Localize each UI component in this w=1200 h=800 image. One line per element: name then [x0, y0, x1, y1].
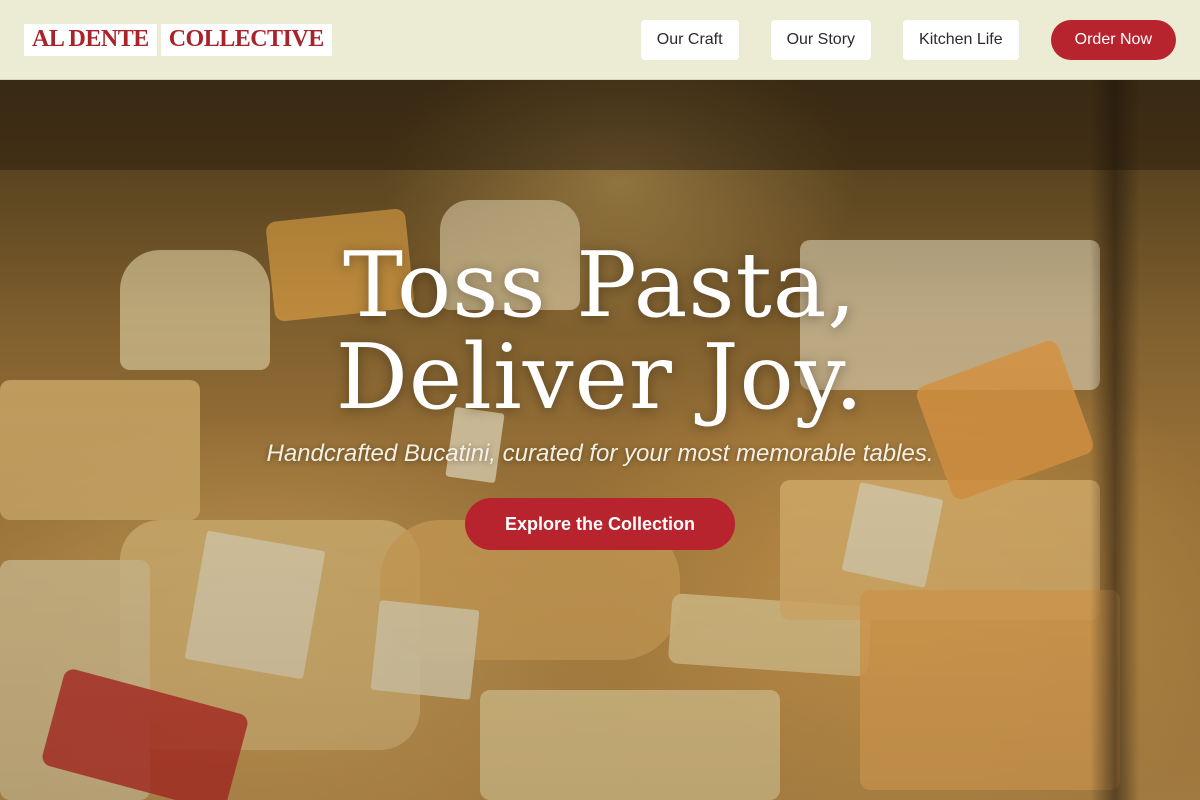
- brand-logo-word-1: AL DENTE: [24, 23, 157, 56]
- explore-collection-button[interactable]: Explore the Collection: [464, 498, 736, 550]
- hero-headline-line-2: Deliver Joy.: [335, 325, 865, 430]
- order-now-button[interactable]: Order Now: [1050, 19, 1176, 60]
- site-header: AL DENTE COLLECTIVE Our Craft Our Story …: [0, 0, 1200, 80]
- nav-item-kitchen-life[interactable]: Kitchen Life: [903, 19, 1019, 60]
- brand-logo[interactable]: AL DENTE COLLECTIVE: [24, 23, 332, 56]
- hero-section: Toss Pasta, Deliver Joy. Handcrafted Buc…: [0, 240, 1200, 550]
- hero-subtitle: Handcrafted Bucatini, curated for your m…: [266, 440, 934, 467]
- nav-item-our-craft[interactable]: Our Craft: [640, 19, 739, 60]
- brand-logo-word-2: COLLECTIVE: [160, 23, 332, 56]
- hero-headline-line-1: Toss Pasta,: [343, 233, 857, 338]
- hero-headline: Toss Pasta, Deliver Joy.: [336, 240, 865, 424]
- nav-item-our-story[interactable]: Our Story: [770, 19, 872, 60]
- main-nav: Our Craft Our Story Kitchen Life Order N…: [640, 19, 1176, 60]
